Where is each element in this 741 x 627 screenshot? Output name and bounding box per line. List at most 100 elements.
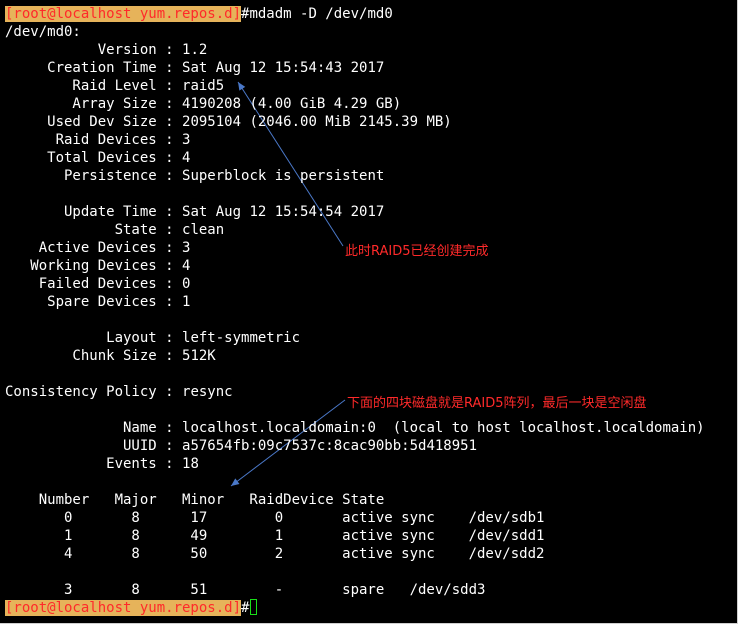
detail-row-active-devices: Active Devices : 3 (5, 239, 191, 257)
detail-value: clean (182, 222, 225, 238)
detail-key: Raid Level (5, 78, 157, 94)
detail-key: Events (5, 456, 157, 472)
detail-row-failed-devices: Failed Devices : 0 (5, 275, 191, 293)
device-header-text: /dev/md0: (5, 24, 81, 40)
detail-row-state: State : clean (5, 221, 225, 239)
detail-row-chunk-size: Chunk Size : 512K (5, 347, 216, 365)
detail-value: 3 (182, 240, 191, 256)
detail-separator: : (156, 456, 183, 472)
detail-key: Array Size (5, 96, 157, 112)
device-table-row: 3 8 51 - spare /dev/sdd3 (5, 581, 485, 599)
detail-row-working-devices: Working Devices : 4 (5, 257, 190, 275)
detail-value: 1 (182, 294, 191, 310)
detail-key: Name (5, 420, 157, 436)
detail-separator: : (156, 276, 183, 292)
detail-row-version: Version : 1.2 (5, 41, 208, 59)
detail-row-raid-devices: Raid Devices : 3 (5, 131, 191, 149)
detail-separator: : (156, 438, 183, 454)
detail-value: Superblock is persistent (182, 168, 385, 184)
annotation-raid-complete: 此时RAID5已经创建完成 (345, 244, 489, 259)
device-row-text: 3 8 51 - spare /dev/sdd3 (5, 582, 486, 598)
detail-separator: : (156, 294, 183, 310)
detail-separator: : (156, 222, 183, 238)
device-row-text: 1 8 49 1 active sync /dev/sdd1 (5, 528, 545, 544)
detail-key: UUID (5, 438, 157, 454)
detail-value: 18 (182, 456, 199, 472)
detail-key: Active Devices (5, 240, 157, 256)
detail-separator: : (156, 96, 183, 112)
detail-value: 2095104 (2046.00 MiB 2145.39 MB) (182, 114, 452, 130)
detail-separator: : (156, 330, 183, 346)
detail-row-update-time: Update Time : Sat Aug 12 15:54:54 2017 (5, 203, 384, 221)
detail-value: 3 (182, 132, 191, 148)
detail-separator: : (156, 78, 183, 94)
detail-key: Persistence (5, 168, 157, 184)
detail-row-persistence: Persistence : Superblock is persistent (5, 167, 384, 185)
device-table-header: Number Major Minor RaidDevice State (5, 491, 385, 509)
detail-key: Failed Devices (5, 276, 157, 292)
detail-key: Layout (5, 330, 157, 346)
cursor-block (250, 599, 258, 615)
detail-value: 4190208 (4.00 GiB 4.29 GB) (182, 96, 402, 112)
detail-key: Used Dev Size (5, 114, 157, 130)
detail-key: State (5, 222, 157, 238)
prompt-symbol: # (241, 600, 250, 616)
detail-key: Chunk Size (5, 348, 157, 364)
detail-row-used-dev-size: Used Dev Size : 2095104 (2046.00 MiB 214… (5, 113, 452, 131)
detail-value: 512K (182, 348, 216, 364)
shell-prompt: [root@localhost yum.repos.d] (5, 6, 242, 22)
detail-separator: : (156, 132, 183, 148)
detail-value: a57654fb:09c7537c:8cac90bb:5d418951 (182, 438, 478, 454)
detail-row-raid-level: Raid Level : raid5 (5, 77, 224, 95)
detail-value: 0 (182, 276, 191, 292)
device-table-row: 1 8 49 1 active sync /dev/sdd1 (5, 527, 544, 545)
detail-key: Raid Devices (5, 132, 157, 148)
detail-separator: : (156, 60, 183, 76)
detail-row-total-devices: Total Devices : 4 (5, 149, 190, 167)
detail-separator: : (156, 420, 183, 436)
detail-row-array-size: Array Size : 4190208 (4.00 GiB 4.29 GB) (5, 95, 401, 113)
device-row-text: 0 8 17 0 active sync /dev/sdb1 (5, 510, 545, 526)
detail-separator: : (156, 204, 183, 220)
detail-separator: : (156, 258, 183, 274)
detail-key: Working Devices (5, 258, 157, 274)
detail-separator: : (156, 42, 183, 58)
detail-row-creation-time: Creation Time : Sat Aug 12 15:54:43 2017 (5, 59, 384, 77)
detail-value: raid5 (182, 78, 225, 94)
device-header: /dev/md0: (5, 23, 81, 41)
detail-value: Sat Aug 12 15:54:43 2017 (182, 60, 385, 76)
detail-value: 1.2 (182, 42, 208, 58)
detail-row-name: Name : localhost.localdomain:0 (local to… (5, 419, 705, 437)
device-table-row: 4 8 50 2 active sync /dev/sdd2 (5, 545, 544, 563)
detail-value: 4 (182, 258, 191, 274)
detail-key: Spare Devices (5, 294, 157, 310)
detail-key: Consistency Policy (5, 384, 157, 400)
detail-value: 4 (182, 150, 191, 166)
detail-separator: : (156, 150, 183, 166)
command-text: mdadm -D /dev/md0 (249, 6, 393, 22)
final-prompt-line: [root@localhost yum.repos.d]# (5, 599, 258, 617)
detail-value: left-symmetric (182, 330, 301, 346)
table-header-text: Number Major Minor RaidDevice State (5, 492, 385, 508)
detail-separator: : (156, 384, 183, 400)
detail-key: Total Devices (5, 150, 157, 166)
annotation-disk-note: 下面的四块磁盘就是RAID5阵列，最后一块是空闲盘 (347, 396, 647, 411)
shell-prompt: [root@localhost yum.repos.d] (5, 600, 242, 616)
terminal-window[interactable]: 此时RAID5已经创建完成 下面的四块磁盘就是RAID5阵列，最后一块是空闲盘 … (0, 0, 738, 624)
detail-value: resync (182, 384, 233, 400)
detail-key: Version (5, 42, 157, 58)
detail-value: Sat Aug 12 15:54:54 2017 (182, 204, 385, 220)
device-table-row: 0 8 17 0 active sync /dev/sdb1 (5, 509, 544, 527)
device-row-text: 4 8 50 2 active sync /dev/sdd2 (5, 546, 545, 562)
detail-value: localhost.localdomain:0 (local to host l… (182, 420, 705, 436)
detail-row-spare-devices: Spare Devices : 1 (5, 293, 190, 311)
detail-row-events: Events : 18 (5, 455, 199, 473)
detail-row-uuid: UUID : a57654fb:09c7537c:8cac90bb:5d4189… (5, 437, 477, 455)
detail-separator: : (156, 240, 183, 256)
detail-row-layout: Layout : left-symmetric (5, 329, 300, 347)
detail-row-consistency-policy: Consistency Policy : resync (5, 383, 233, 401)
detail-key: Update Time (5, 204, 157, 220)
detail-separator: : (156, 114, 183, 130)
detail-key: Creation Time (5, 60, 157, 76)
command-line: [root@localhost yum.repos.d]#mdadm -D /d… (5, 5, 393, 23)
